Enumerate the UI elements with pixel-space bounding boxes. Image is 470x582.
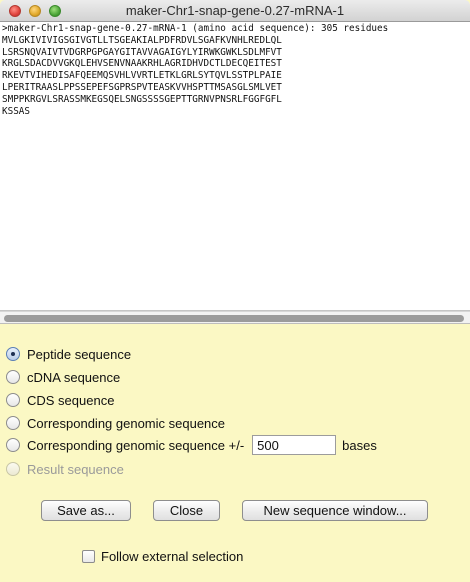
scrollbar-thumb[interactable]: [4, 315, 464, 322]
new-sequence-window-button[interactable]: New sequence window...: [242, 500, 428, 521]
genomic-radio[interactable]: [6, 416, 20, 430]
option-genomic-sequence-plus-minus[interactable]: Corresponding genomic sequence +/- bases: [6, 435, 377, 455]
cds-radio-label[interactable]: CDS sequence: [27, 393, 114, 408]
option-result-sequence: Result sequence: [6, 460, 124, 478]
option-peptide-sequence[interactable]: Peptide sequence: [6, 345, 131, 363]
bases-input[interactable]: [252, 435, 337, 455]
follow-external-selection-row[interactable]: Follow external selection: [82, 549, 243, 564]
save-as-button[interactable]: Save as...: [41, 500, 131, 521]
follow-external-selection-checkbox[interactable]: [82, 550, 95, 563]
option-cdna-sequence[interactable]: cDNA sequence: [6, 368, 120, 386]
sequence-text-area[interactable]: >maker-Chr1-snap-gene-0.27-mRNA-1 (amino…: [0, 22, 470, 311]
option-genomic-sequence[interactable]: Corresponding genomic sequence: [6, 414, 225, 432]
title-bar[interactable]: maker-Chr1-snap-gene-0.27-mRNA-1: [0, 0, 470, 22]
close-button[interactable]: Close: [153, 500, 220, 521]
peptide-radio-label[interactable]: Peptide sequence: [27, 347, 131, 362]
cdna-radio[interactable]: [6, 370, 20, 384]
option-cds-sequence[interactable]: CDS sequence: [6, 391, 114, 409]
horizontal-scrollbar[interactable]: [0, 311, 470, 324]
result-radio: [6, 462, 20, 476]
bases-label: bases: [342, 437, 377, 453]
peptide-radio[interactable]: [6, 347, 20, 361]
sequence-text[interactable]: >maker-Chr1-snap-gene-0.27-mRNA-1 (amino…: [2, 23, 388, 117]
genomic-plus-minus-radio-label[interactable]: Corresponding genomic sequence +/-: [27, 438, 244, 453]
window-title: maker-Chr1-snap-gene-0.27-mRNA-1: [125, 3, 345, 18]
follow-external-selection-label[interactable]: Follow external selection: [101, 549, 243, 564]
cds-radio[interactable]: [6, 393, 20, 407]
cdna-radio-label[interactable]: cDNA sequence: [27, 370, 120, 385]
genomic-radio-label[interactable]: Corresponding genomic sequence: [27, 416, 225, 431]
genomic-plus-minus-radio[interactable]: [6, 438, 20, 452]
result-radio-label: Result sequence: [27, 461, 124, 477]
